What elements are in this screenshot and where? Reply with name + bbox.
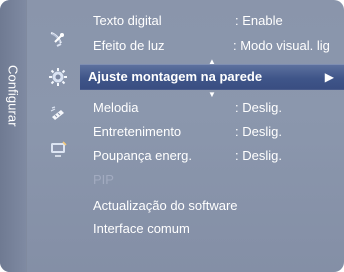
- submenu-arrow-icon: ▶: [324, 70, 334, 84]
- remote-icon[interactable]: [43, 103, 73, 125]
- menu-item-label: Texto digital: [93, 13, 162, 28]
- satellite-dish-icon[interactable]: [43, 28, 73, 50]
- menu-item-value: : Deslig.: [235, 148, 282, 163]
- menu-item-value: : Deslig.: [235, 124, 282, 139]
- category-label: Configurar: [5, 65, 21, 127]
- scroll-down-indicator: ▼: [208, 90, 216, 99]
- menu-item-value: : Deslig.: [235, 100, 282, 115]
- menu-item-label: Poupança energ.: [93, 148, 193, 163]
- menu-item-label: Entretenimento: [93, 124, 182, 139]
- menu-item-label: Efeito de luz: [93, 38, 165, 53]
- menu-item-value: : Modo visual. lig: [233, 38, 330, 53]
- menu-item-label: Actualização do software: [93, 198, 238, 213]
- menu-list: Texto digital : Enable Efeito de luz : M…: [80, 0, 344, 272]
- menu-item-value: : Enable: [235, 13, 283, 28]
- gear-icon[interactable]: [43, 66, 73, 88]
- menu-item-label: PIP: [93, 172, 114, 187]
- input-icon[interactable]: [43, 138, 73, 160]
- category-side-tab: Configurar: [0, 0, 27, 272]
- menu-item-label: Ajuste montagem na parede: [88, 69, 263, 84]
- settings-menu-window: Configurar Texto digital: Enable Efeito…: [0, 0, 344, 272]
- menu-item-label: Melodia: [93, 100, 139, 115]
- menu-item-ajuste-montagem-na-parede[interactable]: Ajuste montagem na parede ▶: [80, 64, 344, 90]
- menu-item-label: Interface comum: [93, 221, 190, 236]
